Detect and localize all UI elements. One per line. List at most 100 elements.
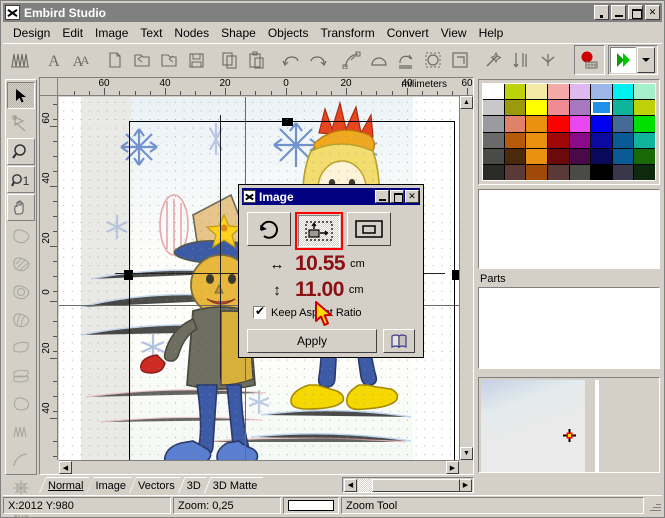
color-swatch[interactable]	[483, 84, 504, 100]
color-swatch[interactable]	[569, 100, 591, 116]
color-swatch[interactable]	[591, 84, 612, 100]
fill-icon[interactable]	[393, 47, 419, 73]
color-swatch[interactable]	[634, 132, 655, 148]
color-swatch[interactable]	[591, 148, 612, 164]
open-file-icon[interactable]	[129, 47, 155, 73]
tool-zoom[interactable]	[7, 138, 35, 165]
color-swatch[interactable]	[634, 148, 655, 164]
copy-icon[interactable]	[217, 47, 243, 73]
new-file-icon[interactable]	[102, 47, 128, 73]
close-button[interactable]: ✕	[645, 5, 660, 20]
node-edit-icon[interactable]	[339, 47, 365, 73]
color-swatch[interactable]	[612, 116, 634, 132]
color-swatch[interactable]	[504, 84, 526, 100]
menu-item-image[interactable]: Image	[89, 24, 134, 42]
rotate-image-mode-button[interactable]	[247, 212, 291, 246]
canvas-vertical-scrollbar[interactable]: ▲ ▼	[459, 96, 473, 460]
text-letter-icon[interactable]: A	[41, 47, 67, 73]
tab-vectors[interactable]: Vectors	[129, 477, 181, 493]
status-color-swatch[interactable]	[283, 497, 339, 514]
tab-image[interactable]: Image	[86, 477, 132, 493]
apply-button[interactable]: Apply	[247, 329, 377, 353]
tab-scroll-left-button[interactable]: ◀	[344, 478, 357, 492]
color-swatch[interactable]	[504, 100, 526, 116]
tool-quad-shape[interactable]	[7, 334, 35, 361]
keep-aspect-ratio-checkbox[interactable]	[253, 304, 266, 319]
undo-icon[interactable]	[278, 47, 304, 73]
color-swatch[interactable]	[612, 148, 634, 164]
color-swatch[interactable]	[634, 100, 655, 116]
color-swatch[interactable]	[569, 148, 591, 164]
menu-item-transform[interactable]: Transform	[315, 24, 381, 42]
magic-wand-icon[interactable]	[481, 47, 507, 73]
save-icon[interactable]	[183, 47, 209, 73]
color-swatch[interactable]	[504, 132, 526, 148]
canvas-horizontal-scrollbar[interactable]: ◀ ▶	[59, 460, 459, 474]
tab-scroll-right-button[interactable]: ▶	[459, 478, 472, 492]
play-dropdown-icon[interactable]	[637, 46, 655, 73]
tool-pan-hand[interactable]	[7, 194, 35, 221]
color-swatch[interactable]	[547, 148, 569, 164]
minimize-button[interactable]	[611, 5, 626, 20]
record-color-icon[interactable]	[576, 47, 602, 73]
tab-scrollbar[interactable]: ◀ ▶	[342, 477, 474, 493]
color-swatch[interactable]	[569, 164, 591, 180]
color-swatch[interactable]	[591, 116, 612, 132]
crop-image-mode-button[interactable]	[347, 212, 391, 246]
menu-item-nodes[interactable]: Nodes	[168, 24, 215, 42]
color-swatch[interactable]	[526, 116, 547, 132]
color-swatch[interactable]	[504, 164, 526, 180]
arc-shape-icon[interactable]	[366, 47, 392, 73]
color-swatch[interactable]	[569, 116, 591, 132]
color-swatch[interactable]	[504, 148, 526, 164]
color-swatch[interactable]	[504, 116, 526, 132]
tool-curve-line[interactable]	[7, 446, 35, 473]
stitches-icon[interactable]	[7, 47, 33, 73]
dialog-maximize-button[interactable]	[390, 190, 404, 203]
color-swatch[interactable]	[634, 164, 655, 180]
tool-zoom-1to1[interactable]: 1	[7, 166, 35, 193]
tool-pattern-fill[interactable]	[7, 306, 35, 333]
color-swatch[interactable]	[547, 132, 569, 148]
manual-book-button[interactable]	[383, 329, 415, 353]
color-palette-grid[interactable]	[482, 83, 656, 181]
color-swatch[interactable]	[569, 132, 591, 148]
objects-list[interactable]	[478, 189, 660, 269]
image-height-value[interactable]: 11.00	[295, 278, 344, 302]
layout-icon[interactable]	[447, 47, 473, 73]
menu-item-convert[interactable]: Convert	[381, 24, 435, 42]
menu-item-view[interactable]: View	[435, 24, 473, 42]
color-swatch[interactable]	[483, 100, 504, 116]
menu-item-design[interactable]: Design	[7, 24, 56, 42]
color-swatch[interactable]	[547, 164, 569, 180]
color-swatch[interactable]	[483, 164, 504, 180]
color-swatch[interactable]	[612, 164, 634, 180]
color-swatch[interactable]	[634, 84, 655, 100]
scroll-right-button[interactable]: ▶	[446, 461, 459, 474]
image-width-value[interactable]: 10.55	[295, 252, 346, 276]
color-swatch[interactable]	[547, 84, 569, 100]
color-swatch[interactable]	[569, 84, 591, 100]
menu-item-text[interactable]: Text	[134, 24, 168, 42]
tool-node-edit[interactable]	[7, 110, 35, 137]
dialog-minimize-button[interactable]	[375, 190, 389, 203]
resize-image-mode-button[interactable]	[295, 212, 343, 250]
keep-aspect-ratio-row[interactable]: Keep Aspect Ratio	[241, 304, 421, 319]
menu-item-shape[interactable]: Shape	[215, 24, 262, 42]
paste-icon[interactable]	[244, 47, 270, 73]
color-swatch[interactable]	[483, 132, 504, 148]
color-swatch[interactable]	[547, 116, 569, 132]
tool-select-arrow[interactable]	[7, 82, 35, 109]
color-swatch[interactable]	[591, 132, 612, 148]
menu-item-edit[interactable]: Edit	[56, 24, 89, 42]
color-swatch[interactable]	[612, 132, 634, 148]
rotate-object-icon[interactable]	[420, 47, 446, 73]
resize-handle-right[interactable]	[452, 270, 459, 280]
tool-fill-hatch[interactable]	[7, 250, 35, 277]
resize-grip[interactable]	[648, 499, 662, 513]
tool-outline-shape[interactable]	[7, 390, 35, 417]
color-swatch[interactable]	[591, 100, 612, 116]
maximize-button[interactable]	[628, 5, 643, 20]
sort-icon[interactable]	[508, 47, 534, 73]
color-swatch[interactable]	[526, 84, 547, 100]
